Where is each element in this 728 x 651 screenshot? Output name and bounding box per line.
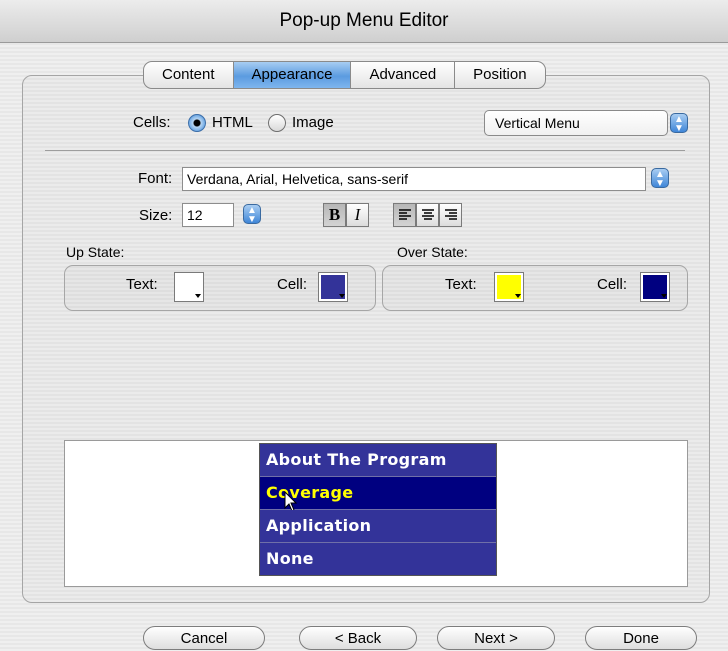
image-radio-label[interactable]: Image: [292, 114, 334, 131]
up-cell-label: Cell:: [277, 276, 308, 293]
preview-menu-item[interactable]: Application: [260, 510, 496, 543]
window-title: Pop-up Menu Editor: [0, 0, 728, 43]
divider: [45, 150, 685, 151]
over-text-color-swatch[interactable]: [494, 272, 524, 302]
preview-menu-item[interactable]: None: [260, 543, 496, 575]
up-text-color-swatch[interactable]: [174, 272, 204, 302]
over-cell-label: Cell:: [597, 276, 628, 293]
up-text-label: Text:: [126, 276, 158, 293]
tab-advanced[interactable]: Advanced: [351, 61, 456, 89]
tab-position[interactable]: Position: [455, 61, 546, 89]
align-center-button[interactable]: [416, 203, 439, 227]
italic-button[interactable]: I: [346, 203, 369, 227]
tab-bar: Content Appearance Advanced Position: [143, 61, 546, 89]
over-text-label: Text:: [445, 276, 477, 293]
menu-orientation-value: Vertical Menu: [495, 115, 580, 131]
align-left-button[interactable]: [393, 203, 416, 227]
font-label: Font:: [138, 170, 173, 187]
align-right-icon: [444, 209, 457, 220]
font-input[interactable]: Verdana, Arial, Helvetica, sans-serif: [182, 167, 646, 191]
align-left-icon: [398, 209, 411, 220]
next-button[interactable]: Next >: [437, 626, 555, 650]
menu-preview: About The Program Coverage Application N…: [64, 440, 688, 587]
over-cell-color-swatch[interactable]: [640, 272, 670, 302]
cells-label: Cells:: [133, 114, 171, 131]
html-radio[interactable]: [188, 114, 206, 132]
dropdown-arrow-icon: [195, 294, 201, 298]
html-radio-label[interactable]: HTML: [212, 114, 253, 131]
up-cell-color-swatch[interactable]: [318, 272, 348, 302]
preview-menu: About The Program Coverage Application N…: [259, 443, 497, 576]
menu-orientation-arrows-icon[interactable]: ▲ ▼: [670, 113, 688, 134]
align-right-button[interactable]: [439, 203, 462, 227]
over-state-title: Over State:: [397, 244, 468, 260]
done-button[interactable]: Done: [585, 626, 697, 650]
preview-menu-item-over[interactable]: Coverage: [260, 477, 496, 512]
tab-appearance[interactable]: Appearance: [233, 61, 352, 89]
font-select-arrows-icon[interactable]: ▲ ▼: [651, 168, 669, 189]
size-label: Size:: [139, 207, 173, 224]
align-center-icon: [421, 209, 434, 220]
preview-menu-item[interactable]: About The Program: [260, 444, 496, 477]
up-state-title: Up State:: [66, 244, 125, 260]
dropdown-arrow-icon: [339, 294, 345, 298]
menu-orientation-select[interactable]: Vertical Menu: [484, 110, 668, 136]
dropdown-arrow-icon: [661, 294, 667, 298]
preview-menu-item-label: Coverage: [266, 483, 354, 502]
cancel-button[interactable]: Cancel: [143, 626, 265, 650]
tab-content[interactable]: Content: [143, 61, 234, 89]
dropdown-arrow-icon: [515, 294, 521, 298]
image-radio[interactable]: [268, 114, 286, 132]
size-select-arrows-icon[interactable]: ▲ ▼: [243, 204, 261, 225]
back-button[interactable]: < Back: [299, 626, 417, 650]
size-input[interactable]: 12: [182, 203, 234, 227]
bold-button[interactable]: B: [323, 203, 346, 227]
